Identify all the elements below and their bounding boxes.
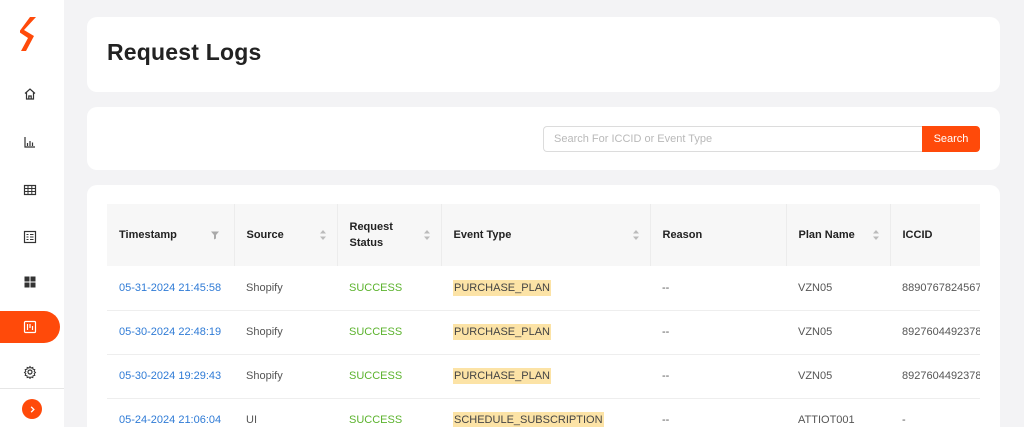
sort-icon[interactable]	[632, 229, 640, 241]
column-header-plan-name[interactable]: Plan Name	[786, 204, 891, 266]
table-grid-icon	[23, 184, 37, 196]
logs-table-card: Timestamp Source Request Status Event Ty…	[87, 185, 1000, 427]
sidebar-item-request-logs[interactable]	[0, 311, 60, 343]
sidebar-item-home[interactable]	[0, 78, 60, 110]
iccid-cell: 8927604492378	[902, 326, 980, 338]
search-card: Search	[87, 107, 1000, 170]
status-cell: SUCCESS	[349, 281, 403, 294]
iccid-cell: -	[902, 414, 906, 426]
request-logs-table: Timestamp Source Request Status Event Ty…	[107, 204, 980, 427]
timestamp-link[interactable]: 05-30-2024 22:48:19	[107, 310, 234, 354]
sort-icon[interactable]	[423, 229, 431, 241]
column-header-source[interactable]: Source	[234, 204, 338, 266]
expand-sidebar-button[interactable]	[22, 399, 42, 419]
table-scroll-container[interactable]: Timestamp Source Request Status Event Ty…	[107, 204, 980, 427]
column-header-event-type[interactable]: Event Type	[441, 204, 651, 266]
table-row[interactable]: 05-24-2024 21:06:04 UI SUCCESS SCHEDULE_…	[107, 398, 980, 427]
status-cell: SUCCESS	[349, 326, 403, 338]
sidebar-item-dashboard[interactable]	[0, 266, 60, 298]
column-header-timestamp[interactable]: Timestamp	[107, 204, 235, 266]
event-type-tag: PURCHASE_PLAN	[453, 324, 551, 340]
gear-icon	[23, 365, 37, 379]
event-type-cell: PURCHASE_PLAN	[441, 310, 650, 354]
source-cell: UI	[246, 414, 257, 426]
timestamp-link[interactable]: 05-31-2024 21:45:58	[107, 266, 234, 310]
plan-name-cell: VZN05	[798, 370, 833, 382]
iccid-cell: 8927604492378	[902, 370, 980, 382]
page-title: Request Logs	[107, 39, 262, 65]
event-type-tag: PURCHASE_PLAN	[453, 368, 551, 384]
sidebar-item-settings[interactable]	[0, 356, 60, 388]
page-header-card: Request Logs	[87, 17, 1000, 92]
sidebar	[0, 0, 64, 427]
event-type-tag: PURCHASE_PLAN	[453, 279, 551, 296]
source-cell: Shopify	[246, 370, 283, 382]
sidebar-item-analytics[interactable]	[0, 126, 60, 158]
reason-cell: --	[662, 281, 670, 294]
event-type-cell: SCHEDULE_SUBSCRIPTION	[441, 398, 650, 427]
dashboard-icon	[24, 276, 36, 288]
search-button[interactable]: Search	[922, 126, 980, 152]
timestamp-link[interactable]: 05-24-2024 21:06:04	[107, 398, 234, 427]
status-cell: SUCCESS	[349, 370, 403, 382]
event-type-cell: PURCHASE_PLAN	[441, 354, 650, 398]
logs-icon	[23, 320, 37, 334]
bar-chart-icon	[24, 137, 35, 148]
sort-icon[interactable]	[319, 229, 327, 241]
table-row[interactable]: 05-30-2024 19:29:43 Shopify SUCCESS PURC…	[107, 354, 980, 398]
status-cell: SUCCESS	[349, 414, 403, 426]
reason-cell: --	[662, 326, 670, 338]
filter-icon[interactable]	[210, 230, 220, 240]
column-header-reason[interactable]: Reason	[650, 204, 787, 266]
source-cell: Shopify	[246, 281, 283, 294]
home-icon	[24, 88, 36, 100]
plan-name-cell: ATTIOT001	[798, 414, 855, 426]
event-type-tag: SCHEDULE_SUBSCRIPTION	[453, 412, 604, 427]
brand-logo[interactable]	[19, 17, 38, 51]
column-header-iccid[interactable]: ICCID	[890, 204, 980, 266]
column-header-request-status[interactable]: Request Status	[337, 204, 442, 266]
table-row[interactable]: 05-31-2024 21:45:58 Shopify SUCCESS PURC…	[107, 266, 980, 310]
reason-cell: --	[662, 414, 670, 426]
sidebar-item-list[interactable]	[0, 221, 60, 253]
reason-cell: --	[662, 370, 670, 382]
table-row[interactable]: 05-30-2024 22:48:19 Shopify SUCCESS PURC…	[107, 310, 980, 354]
timestamp-link[interactable]: 05-30-2024 19:29:43	[107, 354, 234, 398]
sort-icon[interactable]	[872, 229, 880, 241]
sidebar-divider	[0, 388, 64, 389]
search-input[interactable]	[543, 126, 923, 152]
source-cell: Shopify	[246, 326, 283, 338]
table-header-row: Timestamp Source Request Status Event Ty…	[107, 204, 980, 266]
plan-name-cell: VZN05	[798, 326, 833, 338]
event-type-cell: PURCHASE_PLAN	[441, 266, 650, 310]
chevron-right-icon	[30, 405, 35, 413]
list-box-icon	[23, 230, 37, 244]
iccid-cell: 8890767824567	[902, 281, 980, 294]
sidebar-item-table[interactable]	[0, 174, 60, 206]
plan-name-cell: VZN05	[798, 281, 833, 294]
